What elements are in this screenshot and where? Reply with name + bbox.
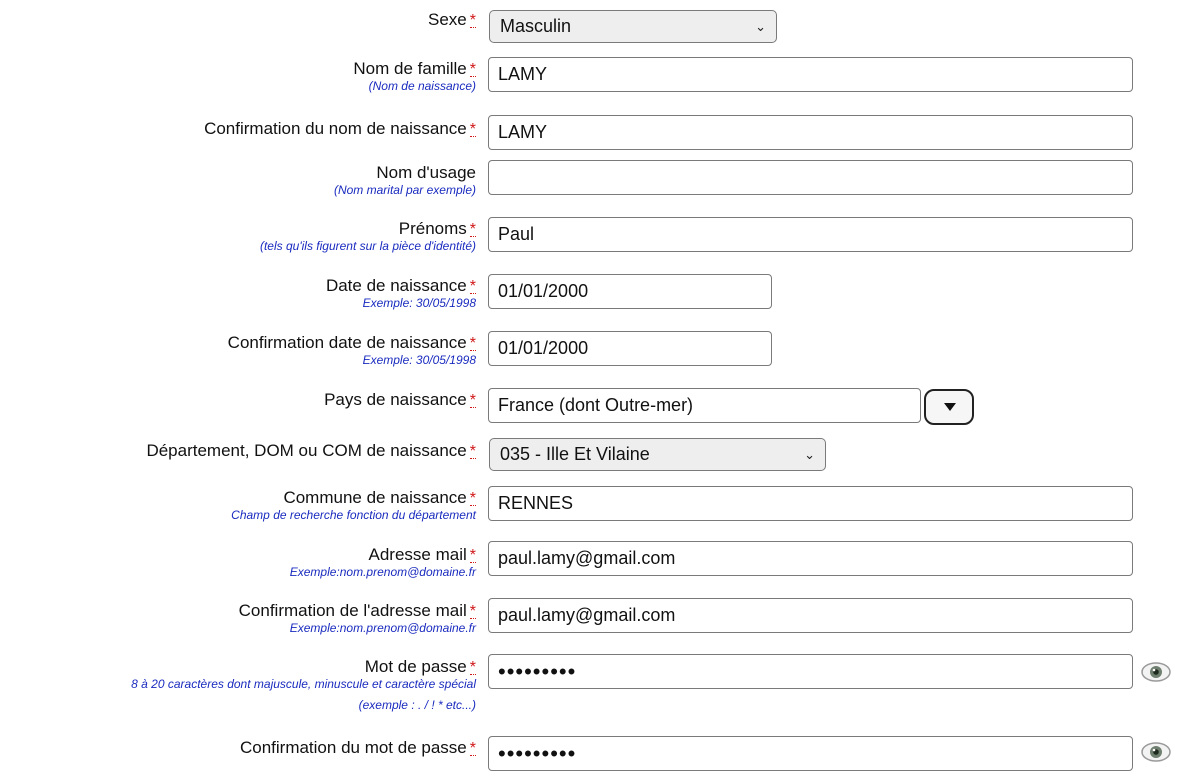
eye-icon[interactable] [1140, 740, 1172, 764]
password-hint: 8 à 20 caractères dont majuscule, minusc… [131, 677, 476, 691]
departement-value: 035 - Ille Et Vilaine [500, 444, 650, 464]
pays-input[interactable]: France (dont Outre-mer) [488, 388, 921, 423]
conf-nom-value: LAMY [498, 122, 548, 142]
email-label: Adresse mail * Exemple:nom.prenom@domaine… [289, 545, 476, 579]
nom-famille-hint: (Nom de naissance) [368, 79, 476, 93]
commune-label: Commune de naissance * Champ de recherche… [231, 488, 476, 522]
chevron-down-icon: ⌄ [755, 19, 766, 34]
date-naissance-input[interactable]: 01/01/2000 [488, 274, 772, 309]
conf-email-label: Confirmation de l'adresse mail * Exemple:… [238, 601, 476, 635]
password-input[interactable]: ••••••••• [488, 654, 1133, 689]
sexe-label: Sexe * [428, 10, 476, 29]
conf-email-value: paul.lamy@gmail.com [498, 605, 676, 625]
conf-email-hint: Exemple:nom.prenom@domaine.fr [289, 621, 476, 635]
date-naissance-value: 01/01/2000 [498, 281, 589, 301]
sexe-select[interactable]: Masculin ⌄ [489, 10, 777, 43]
eye-icon[interactable] [1140, 660, 1172, 684]
pays-value: France (dont Outre-mer) [498, 395, 694, 415]
required-marker: * [469, 221, 476, 238]
nom-famille-input[interactable]: LAMY [488, 57, 1133, 92]
pays-dropdown-button[interactable] [924, 389, 974, 425]
chevron-down-icon: ⌄ [804, 447, 815, 462]
nom-famille-value: LAMY [498, 64, 548, 84]
date-naissance-hint: Exemple: 30/05/1998 [362, 296, 476, 310]
conf-nom-label: Confirmation du nom de naissance * [204, 119, 476, 138]
pays-label: Pays de naissance * [324, 390, 476, 409]
nom-usage-input[interactable] [488, 160, 1133, 195]
password-hint-example: (exemple : . / ! * etc...) [358, 698, 476, 712]
email-input[interactable]: paul.lamy@gmail.com [488, 541, 1133, 576]
date-naissance-label: Date de naissance * Exemple: 30/05/1998 [325, 276, 476, 310]
conf-email-input[interactable]: paul.lamy@gmail.com [488, 598, 1133, 633]
email-hint: Exemple:nom.prenom@domaine.fr [289, 565, 476, 579]
prenoms-input[interactable]: Paul [488, 217, 1133, 252]
password-value: ••••••••• [498, 659, 577, 684]
required-marker: * [469, 12, 476, 29]
required-marker: * [469, 392, 476, 409]
commune-value: RENNES [498, 493, 574, 513]
required-marker: * [469, 443, 476, 460]
prenoms-label: Prénoms * (tels qu'ils figurent sur la pi… [259, 219, 476, 253]
required-marker: * [469, 490, 476, 507]
nom-usage-label: Nom d'usage (Nom marital par exemple) [333, 163, 476, 197]
required-marker: * [469, 121, 476, 138]
conf-password-label: Confirmation du mot de passe * [239, 738, 476, 757]
required-marker: * [469, 61, 476, 78]
commune-hint: Champ de recherche fonction du départeme… [231, 508, 476, 522]
prenoms-value: Paul [498, 224, 535, 244]
required-marker: * [469, 740, 476, 757]
conf-date-label: Confirmation date de naissance * Exemple:… [227, 333, 476, 367]
nom-famille-label: Nom de famille * (Nom de naissance) [353, 59, 476, 93]
sexe-value: Masculin [500, 16, 572, 36]
required-marker: * [469, 278, 476, 295]
email-value: paul.lamy@gmail.com [498, 548, 676, 568]
conf-date-input[interactable]: 01/01/2000 [488, 331, 772, 366]
conf-password-value: ••••••••• [498, 741, 577, 766]
nom-usage-hint: (Nom marital par exemple) [333, 183, 476, 197]
triangle-down-icon [944, 403, 956, 411]
conf-date-value: 01/01/2000 [498, 338, 589, 358]
departement-label: Département, DOM ou COM de naissance * [146, 441, 476, 460]
required-marker: * [469, 335, 476, 352]
prenoms-hint: (tels qu'ils figurent sur la pièce d'ide… [259, 239, 476, 253]
required-marker: * [469, 547, 476, 564]
password-label: Mot de passe * 8 à 20 caractères dont maj… [131, 657, 476, 712]
departement-select[interactable]: 035 - Ille Et Vilaine ⌄ [489, 438, 826, 471]
commune-input[interactable]: RENNES [488, 486, 1133, 521]
conf-password-input[interactable]: ••••••••• [488, 736, 1133, 771]
required-marker: * [469, 603, 476, 620]
conf-date-hint: Exemple: 30/05/1998 [362, 353, 476, 367]
conf-nom-input[interactable]: LAMY [488, 115, 1133, 150]
required-marker: * [469, 659, 476, 676]
